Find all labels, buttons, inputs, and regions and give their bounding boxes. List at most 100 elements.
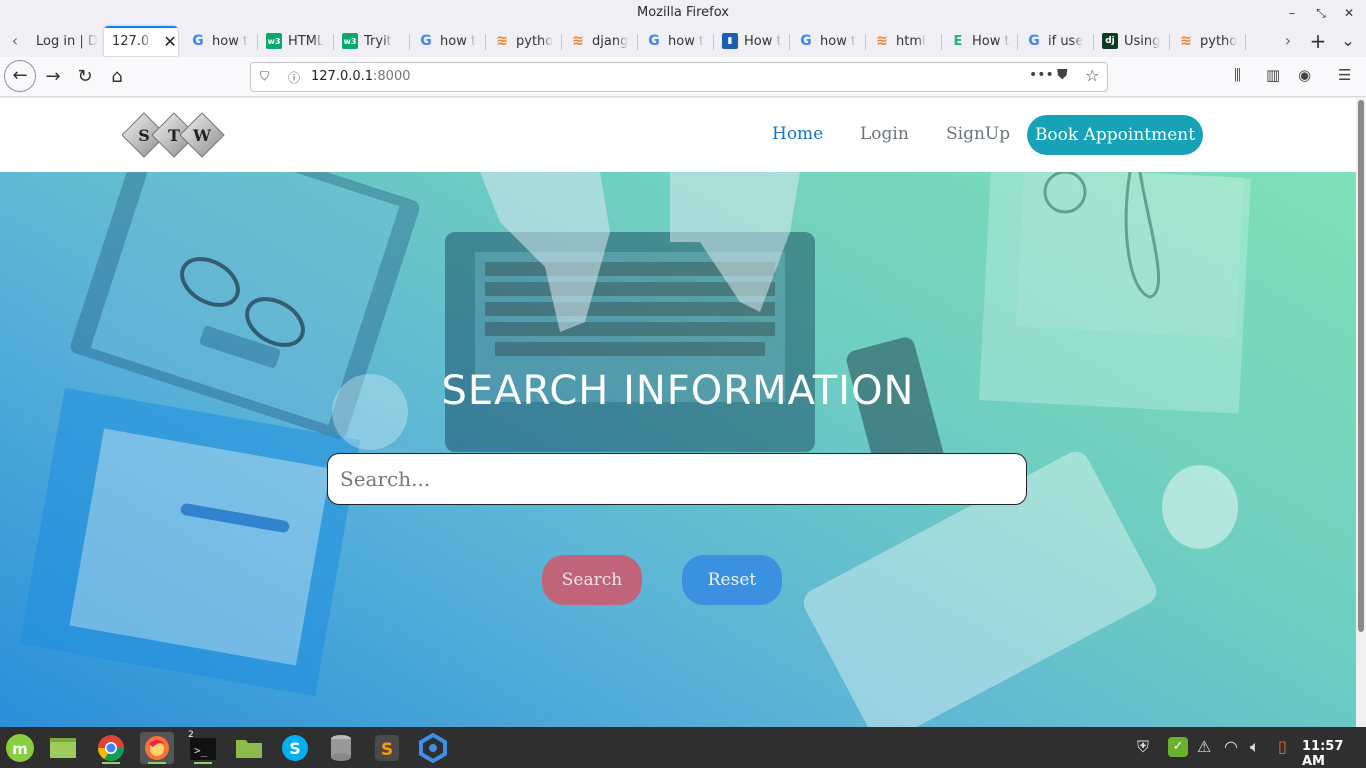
folder-icon[interactable] — [232, 732, 266, 764]
book-appointment-button[interactable]: Book Appointment — [1027, 115, 1203, 155]
taskbar: m >_ 2 S S ⛨ ✓ ⚠ ◠ 🔈︎ ▯ 11:57 AM — [0, 727, 1366, 768]
library-icon[interactable]: ⫼ — [1234, 66, 1241, 84]
tab-label: how t — [668, 33, 705, 49]
skype-icon[interactable]: S — [278, 732, 312, 764]
stackoverflow-icon: ≋ — [1180, 33, 1192, 49]
terminal-window-count: 2 — [188, 730, 194, 740]
shield-icon[interactable]: ⛉ — [260, 69, 269, 84]
reset-button[interactable]: Reset — [682, 555, 782, 605]
database-icon[interactable] — [324, 732, 358, 764]
google-icon: G — [192, 33, 204, 49]
home-button[interactable]: ⌂ — [103, 63, 131, 91]
browser-tab[interactable]: ≋ djang — [562, 26, 636, 56]
browser-tab[interactable]: Ghow t — [182, 26, 256, 56]
browser-tab[interactable]: ≋ pytho — [486, 26, 560, 56]
tab-label: pytho — [1200, 33, 1238, 49]
search-input[interactable] — [340, 462, 1010, 496]
browser-tab[interactable]: ≋ pytho — [1170, 26, 1244, 56]
tab-label: html — [896, 33, 926, 49]
app-icon[interactable] — [416, 732, 450, 764]
running-indicator — [194, 762, 212, 764]
browser-tab[interactable]: dj Using — [1094, 26, 1168, 56]
window-title: Mozilla Firefox — [637, 5, 729, 20]
tab-close-icon[interactable]: ✕ — [163, 32, 176, 51]
browser-tab[interactable]: E How t — [942, 26, 1016, 56]
hero-title: SEARCH INFORMATION — [441, 368, 915, 414]
tab-label: How t — [744, 33, 782, 49]
w3schools-icon: w3 — [266, 33, 282, 49]
wifi-icon[interactable]: ◠ — [1224, 737, 1238, 756]
update-manager-icon[interactable]: ✓ — [1168, 737, 1188, 757]
battery-icon[interactable]: ▯ — [1278, 737, 1287, 756]
w3schools-icon: w3 — [342, 33, 358, 49]
tabs-scroll-right-icon[interactable]: › — [1277, 30, 1299, 52]
svg-text:m: m — [12, 740, 28, 758]
search-box — [327, 453, 1027, 505]
terminal-icon[interactable]: >_ 2 — [186, 730, 220, 764]
close-window-icon[interactable]: ✕ — [1339, 3, 1359, 23]
browser-tab[interactable]: Log in | D — [28, 26, 102, 56]
tab-label: Using — [1124, 33, 1161, 49]
site-info-icon[interactable]: ⓘ — [288, 69, 300, 86]
browser-tab[interactable]: w3 HTML — [258, 26, 332, 56]
tabs-scroll-left-icon[interactable]: ‹ — [4, 30, 26, 52]
browser-tab[interactable]: 127.0. ✕ — [104, 26, 178, 56]
svg-text:>_: >_ — [194, 744, 208, 757]
browser-tab[interactable]: Ghow t — [638, 26, 712, 56]
back-button[interactable]: ← — [4, 60, 36, 92]
forward-button[interactable]: → — [39, 63, 67, 91]
minimize-icon[interactable]: – — [1282, 3, 1302, 23]
files-icon[interactable] — [46, 732, 80, 764]
browser-tab[interactable]: ≋ html — [866, 26, 940, 56]
tab-label: Log in | D — [36, 33, 98, 49]
restore-icon[interactable]: ⤡ — [1311, 3, 1331, 23]
clock[interactable]: 11:57 AM — [1302, 739, 1366, 768]
browser-tab[interactable]: ▮ How t — [714, 26, 788, 56]
sublime-icon[interactable]: S — [370, 732, 404, 764]
nav-login-link[interactable]: Login — [860, 124, 909, 144]
page-viewport: S T W Home Login SignUp Book Appointment — [0, 98, 1356, 727]
list-all-tabs-icon[interactable]: ⌄ — [1337, 30, 1359, 52]
logo-letter-t: T — [168, 126, 180, 145]
browser-tab[interactable]: Ghow t — [790, 26, 864, 56]
educba-icon: E — [953, 33, 963, 49]
tab-separator — [1245, 34, 1246, 50]
page-actions-icon[interactable]: ••• — [1029, 67, 1054, 83]
chrome-icon[interactable] — [94, 732, 128, 764]
menu-icon[interactable]: ☰ — [1338, 66, 1351, 84]
browser-tab[interactable]: Ghow t — [410, 26, 484, 56]
google-icon: G — [800, 33, 812, 49]
firefox-icon[interactable] — [140, 732, 174, 764]
new-tab-icon[interactable]: + — [1307, 30, 1329, 52]
volume-icon[interactable]: 🔈︎ — [1250, 737, 1260, 757]
hero-section: SEARCH INFORMATION Search Reset — [0, 172, 1356, 727]
search-button[interactable]: Search — [542, 555, 642, 605]
tab-label: if use — [1048, 33, 1084, 49]
reload-button[interactable]: ↻ — [71, 63, 99, 91]
nav-signup-link[interactable]: SignUp — [946, 124, 1010, 144]
tab-label: HTML — [288, 33, 325, 49]
warning-icon[interactable]: ⚠ — [1197, 737, 1211, 756]
window-titlebar: Mozilla Firefox – ⤡ ✕ — [0, 0, 1366, 26]
url-bar[interactable]: ⛉ ⓘ 127.0.0.1:8000 ••• ⛊ ☆ — [250, 62, 1108, 92]
account-icon[interactable]: ◉ — [1298, 66, 1311, 84]
tab-label: djang — [592, 33, 629, 49]
django-icon: dj — [1102, 33, 1118, 49]
pocket-icon[interactable]: ⛊ — [1057, 67, 1068, 83]
browser-tab[interactable]: w3 Tryit — [334, 26, 408, 56]
browser-tab[interactable]: Gif use — [1018, 26, 1092, 56]
url-text[interactable]: 127.0.0.1:8000 — [311, 69, 411, 84]
navigation-toolbar: ← → ↻ ⌂ ⛉ ⓘ 127.0.0.1:8000 ••• ⛊ ☆ ⫼ ▥ ◉… — [0, 57, 1366, 97]
tab-strip: ‹ Log in | D 127.0. ✕ Ghow t w3 HTML w3 Tryit Gh… — [0, 26, 1366, 56]
bookmark-star-icon[interactable]: ☆ — [1085, 66, 1099, 85]
shield-tray-icon[interactable]: ⛨ — [1137, 737, 1149, 757]
page-scrollbar[interactable] — [1356, 98, 1366, 727]
tab-label: 127.0. — [112, 33, 154, 49]
site-logo[interactable]: S T W — [122, 110, 226, 160]
logo-letter-w: W — [192, 126, 212, 145]
nav-home-link[interactable]: Home — [772, 124, 823, 144]
sidebar-icon[interactable]: ▥ — [1266, 66, 1280, 84]
mint-menu-icon[interactable]: m — [3, 732, 37, 764]
scrollbar-thumb[interactable] — [1358, 100, 1364, 632]
running-indicator — [102, 762, 120, 764]
